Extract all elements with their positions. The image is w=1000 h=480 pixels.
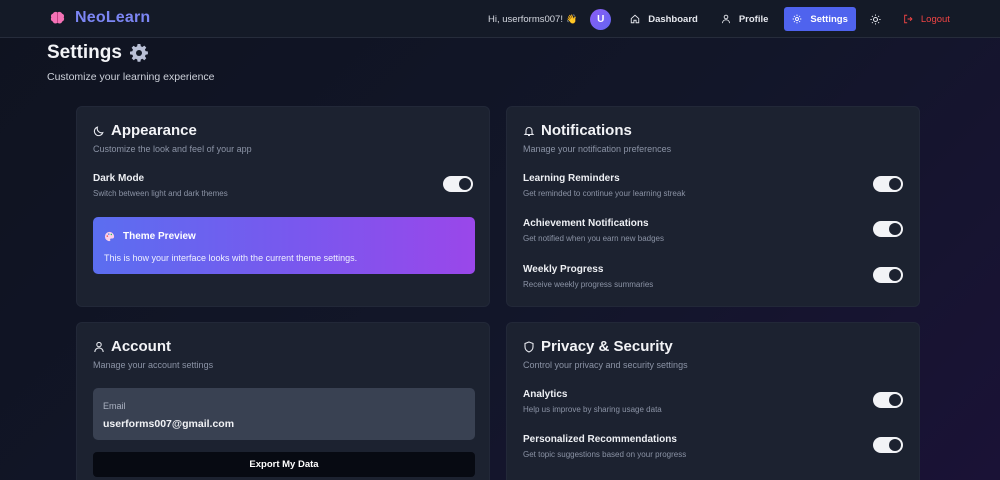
- wave-emoji: 👋: [565, 13, 578, 24]
- setting-label: Achievement Notifications: [523, 218, 649, 229]
- dark-mode-desc: Switch between light and dark themes: [93, 189, 228, 198]
- privacy-desc: Control your privacy and security settin…: [523, 360, 688, 370]
- export-data-button[interactable]: Export My Data: [93, 452, 475, 477]
- theme-preview-title: Theme Preview: [123, 231, 196, 242]
- gear-icon: [129, 44, 148, 62]
- home-icon: [630, 14, 640, 24]
- nav-profile-link[interactable]: Profile: [712, 7, 778, 31]
- toggle-knob: [889, 178, 901, 190]
- page-subtitle: Customize your learning experience: [47, 71, 215, 83]
- brain-icon: [50, 11, 65, 23]
- logout-icon: [904, 14, 913, 24]
- nav-settings-label: Settings: [810, 13, 848, 25]
- logout-label: Logout: [920, 13, 950, 25]
- toggle-knob: [889, 223, 901, 235]
- analytics-toggle[interactable]: [873, 392, 903, 408]
- learning-reminders-toggle[interactable]: [873, 176, 903, 192]
- dark-mode-label: Dark Mode: [93, 173, 145, 184]
- toggle-knob: [889, 394, 901, 406]
- privacy-title: Privacy & Security: [541, 338, 673, 355]
- toggle-knob: [459, 178, 471, 190]
- logout-button[interactable]: Logout: [894, 7, 959, 31]
- setting-label: Learning Reminders: [523, 173, 620, 184]
- setting-label: Personalized Recommendations: [523, 434, 677, 445]
- account-title: Account: [111, 338, 171, 355]
- email-label: Email: [103, 401, 126, 411]
- notifications-card: Notifications Manage your notification p…: [506, 106, 920, 307]
- notifications-header: Notifications: [523, 122, 632, 139]
- privacy-header: Privacy & Security: [523, 338, 673, 355]
- achievement-notifications-toggle[interactable]: [873, 221, 903, 237]
- privacy-setting-analytics: Analytics Help us improve by sharing usa…: [523, 389, 903, 423]
- setting-desc: Get notified when you earn new badges: [523, 234, 664, 243]
- setting-label: Weekly Progress: [523, 264, 604, 275]
- greeting-text: Hi, userforms007!: [488, 13, 563, 25]
- page-title-row: Settings: [47, 42, 149, 64]
- bell-icon: [523, 126, 535, 136]
- setting-desc: Get topic suggestions based on your prog…: [523, 450, 687, 459]
- theme-preview-text: This is how your interface looks with th…: [104, 253, 358, 263]
- sun-icon: [870, 13, 881, 25]
- account-header: Account: [93, 338, 171, 355]
- top-navbar: NeoLearn Hi, userforms007! 👋 U Dashboard…: [0, 0, 1000, 38]
- palette-icon: [104, 231, 115, 242]
- dark-mode-toggle[interactable]: [443, 176, 473, 192]
- email-value: userforms007@gmail.com: [103, 418, 235, 430]
- appearance-title: Appearance: [111, 122, 197, 139]
- theme-preview-box: Theme Preview This is how your interface…: [93, 217, 475, 274]
- nav-profile-label: Profile: [738, 13, 769, 25]
- appearance-card: Appearance Customize the look and feel o…: [76, 106, 490, 307]
- avatar[interactable]: U: [590, 8, 612, 30]
- theme-preview-header: Theme Preview: [104, 231, 196, 242]
- moon-icon: [93, 125, 104, 136]
- email-field: Email userforms007@gmail.com: [93, 388, 475, 440]
- user-icon: [721, 14, 730, 24]
- notifications-title: Notifications: [541, 122, 632, 139]
- toggle-knob: [889, 269, 901, 281]
- notification-setting-achievements: Achievement Notifications Get notified w…: [523, 218, 903, 252]
- notifications-desc: Manage your notification preferences: [523, 144, 672, 154]
- setting-desc: Receive weekly progress summaries: [523, 280, 654, 289]
- notification-setting-weekly-progress: Weekly Progress Receive weekly progress …: [523, 264, 903, 298]
- page-title: Settings: [47, 42, 122, 63]
- setting-label: Analytics: [523, 389, 568, 400]
- appearance-header: Appearance: [93, 122, 197, 139]
- toggle-knob: [889, 439, 901, 451]
- theme-toggle-button[interactable]: [864, 7, 888, 31]
- nav-settings-link[interactable]: Settings: [784, 7, 856, 31]
- weekly-progress-toggle[interactable]: [873, 267, 903, 283]
- account-card: Account Manage your account settings Ema…: [76, 322, 490, 480]
- brand-name: NeoLearn: [75, 9, 151, 26]
- user-icon: [94, 341, 104, 352]
- nav-dashboard-label: Dashboard: [648, 13, 698, 25]
- nav-right: Hi, userforms007! 👋 U Dashboard Profile …: [488, 7, 959, 31]
- dark-mode-setting: Dark Mode Switch between light and dark …: [93, 173, 473, 207]
- privacy-card: Privacy & Security Control your privacy …: [506, 322, 920, 480]
- brand[interactable]: NeoLearn: [49, 9, 150, 27]
- shield-icon: [524, 340, 534, 353]
- personalized-recommendations-toggle[interactable]: [873, 437, 903, 453]
- setting-desc: Get reminded to continue your learning s…: [523, 189, 686, 198]
- setting-desc: Help us improve by sharing usage data: [523, 405, 662, 414]
- notification-setting-learning-reminders: Learning Reminders Get reminded to conti…: [523, 173, 903, 207]
- nav-dashboard-link[interactable]: Dashboard: [621, 7, 707, 31]
- account-desc: Manage your account settings: [93, 360, 214, 370]
- gear-icon: [793, 14, 802, 24]
- privacy-setting-personalized: Personalized Recommendations Get topic s…: [523, 434, 903, 468]
- appearance-desc: Customize the look and feel of your app: [93, 144, 252, 154]
